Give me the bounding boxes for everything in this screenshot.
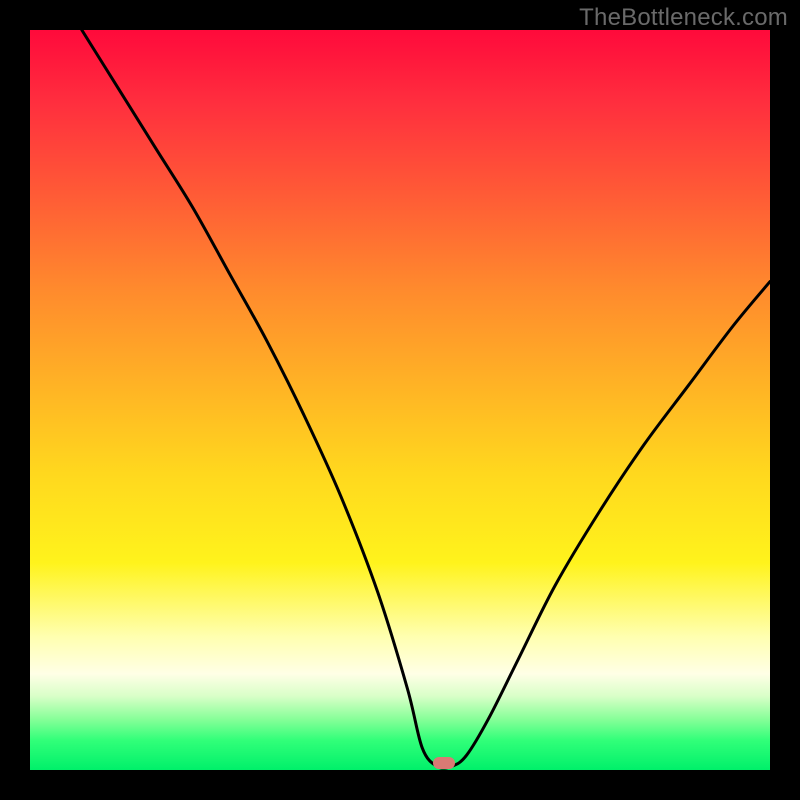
bottleneck-curve — [82, 30, 770, 768]
watermark-text: TheBottleneck.com — [579, 4, 788, 32]
curve-svg — [30, 30, 770, 770]
chart-frame: TheBottleneck.com — [0, 0, 800, 800]
minimum-marker — [433, 757, 455, 769]
plot-area — [30, 30, 770, 770]
